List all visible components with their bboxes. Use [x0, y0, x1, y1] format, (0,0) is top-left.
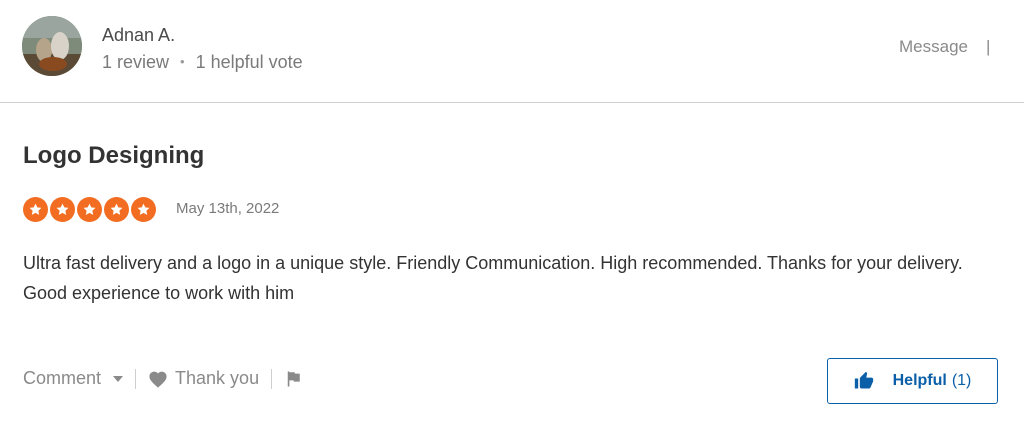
flag-icon[interactable] — [284, 370, 302, 388]
review-title: Logo Designing — [23, 142, 205, 169]
thumbs-up-icon — [854, 371, 873, 389]
stats-separator: • — [180, 54, 185, 69]
reviewer-name[interactable]: Adnan A. — [102, 25, 175, 46]
review-actions: Comment Thank you — [23, 368, 302, 389]
review-date: May 13th, 2022 — [176, 200, 280, 217]
star-icon — [23, 197, 48, 222]
action-divider — [271, 368, 273, 389]
comment-button[interactable]: Comment — [23, 368, 124, 389]
comment-label: Comment — [23, 368, 102, 388]
helpful-label: Helpful — [892, 372, 947, 389]
star-icon — [77, 197, 102, 222]
avatar-photo — [22, 16, 82, 76]
chevron-down-icon — [113, 375, 124, 382]
review-body: Ultra fast delivery and a logo in a uniq… — [23, 253, 963, 303]
star-rating — [23, 197, 156, 222]
thank-you-button[interactable]: Thank you — [148, 368, 259, 389]
reviewer-header: Adnan A. 1 review • 1 helpful vote Message… — [0, 0, 1024, 103]
message-link[interactable]: Message — [899, 37, 968, 57]
avatar[interactable] — [22, 16, 82, 76]
thank-you-label: Thank you — [175, 368, 260, 388]
action-divider — [135, 368, 137, 389]
helpful-vote-count: 1 helpful vote — [195, 52, 303, 72]
star-icon — [131, 197, 156, 222]
helpful-count: (1) — [951, 372, 972, 389]
star-icon — [104, 197, 129, 222]
helpful-button[interactable]: Helpful (1) — [827, 358, 998, 404]
star-icon — [50, 197, 75, 222]
header-divider: | — [986, 37, 991, 56]
heart-icon — [148, 370, 168, 388]
reviewer-stats: 1 review • 1 helpful vote — [102, 52, 303, 73]
review-count: 1 review — [102, 52, 170, 72]
